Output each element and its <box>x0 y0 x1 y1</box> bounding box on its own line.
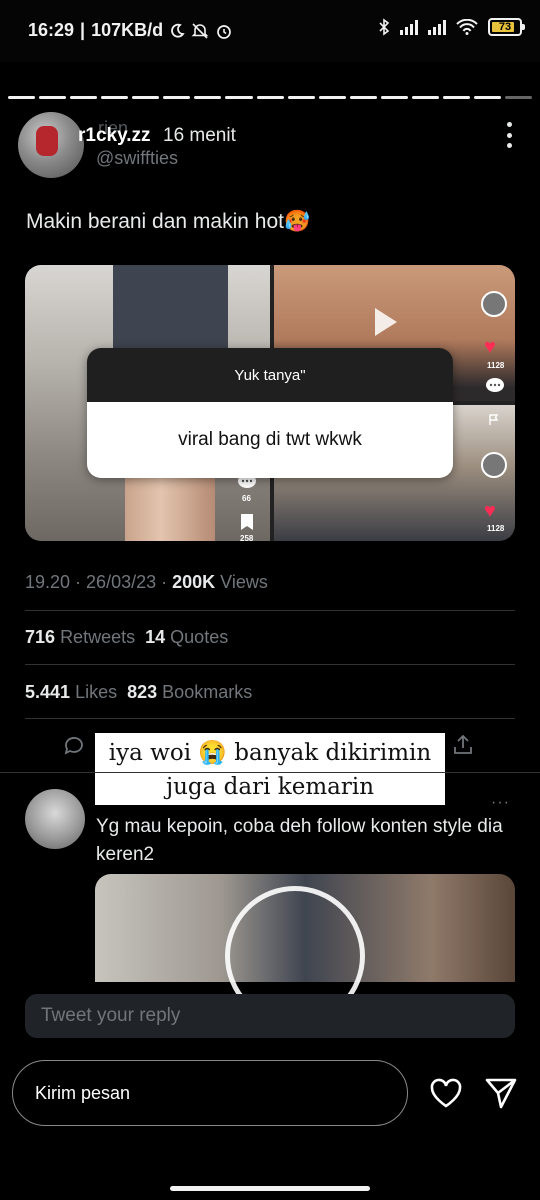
alarm-icon <box>217 24 231 39</box>
share-icon[interactable] <box>451 733 475 757</box>
views-label: Views <box>220 572 268 592</box>
views-count: 200K <box>172 572 216 592</box>
creator-avatar <box>481 291 507 317</box>
message-input[interactable]: Kirim pesan <box>12 1060 408 1126</box>
question-sticker: Yuk tanya" viral bang di twt wkwk <box>87 348 453 478</box>
status-right: 73 <box>378 18 525 36</box>
mute-icon <box>191 22 209 39</box>
reply-text: Yg mau kepoin, coba deh follow konten st… <box>96 816 503 865</box>
time-ago: 16 menit <box>163 125 236 146</box>
moon-icon <box>171 23 185 38</box>
story-progress <box>8 96 533 99</box>
status-bar: 16:29 | 107KB/d 73 <box>0 0 540 62</box>
play-icon[interactable] <box>375 308 397 336</box>
status-left: 16:29 | 107KB/d <box>28 20 233 41</box>
status-time: 16:29 <box>28 20 75 40</box>
bookmarks-count: 823 <box>127 682 158 702</box>
wifi-icon <box>456 19 478 35</box>
flag-icon <box>489 414 499 425</box>
comment-icon <box>486 378 504 392</box>
retweets-count: 716 <box>25 627 56 647</box>
retweets-label: Retweets <box>60 627 136 647</box>
caption-line-2: juga dari kemarin <box>165 774 375 800</box>
tweet-meta: 19.20 · 26/03/23 · 200K Views <box>25 572 268 592</box>
heart-icon: ♥ <box>484 336 496 358</box>
likes-count: 5.441 <box>25 682 71 702</box>
reply-avatar[interactable] <box>25 789 85 849</box>
display-name[interactable]: r1cky.zz <box>78 125 151 147</box>
like-count: 1128 <box>487 361 505 370</box>
heart-icon: ♥ <box>484 500 496 522</box>
heart-icon[interactable] <box>428 1075 464 1111</box>
retweet-stats[interactable]: 716 Retweets 14 Quotes <box>25 627 228 648</box>
signal-icon <box>400 19 418 35</box>
caption-line-1: iya woi 😭 banyak dikirimin <box>108 740 432 766</box>
like-count: 1128 <box>487 524 505 533</box>
creator-avatar <box>481 452 507 478</box>
quotes-count: 14 <box>145 627 166 647</box>
avatar[interactable] <box>18 112 84 178</box>
comment-count: 66 <box>242 494 251 503</box>
bookmark-icon <box>241 514 253 530</box>
battery-icon: 73 <box>488 18 525 36</box>
bluetooth-icon <box>379 18 390 36</box>
tweet-text: Makin berani dan makin hot🥵 <box>26 210 311 233</box>
divider <box>25 664 515 665</box>
divider <box>25 718 515 719</box>
network-speed: 107KB/d <box>91 20 164 40</box>
tweet-date: 26/03/23 <box>86 572 157 592</box>
send-icon[interactable] <box>483 1075 519 1111</box>
divider <box>25 610 515 611</box>
reply-icon[interactable] <box>62 733 86 757</box>
reply-more-icon[interactable]: ··· <box>491 794 510 812</box>
signal-icon <box>428 19 446 35</box>
battery-level: 73 <box>498 21 512 33</box>
likes-label: Likes <box>75 682 118 702</box>
handle[interactable]: @swiffties <box>96 148 178 169</box>
tweet-time: 19.20 <box>25 572 71 592</box>
save-count: 258 <box>240 534 254 543</box>
caption-overlay: iya woi 😭 banyak dikirimin juga dari kem… <box>95 733 445 805</box>
bookmarks-label: Bookmarks <box>162 682 253 702</box>
divider <box>0 772 540 773</box>
tweet-reply-input[interactable]: Tweet your reply <box>25 994 515 1038</box>
home-indicator[interactable] <box>170 1186 370 1191</box>
question-prompt: Yuk tanya" <box>87 348 453 402</box>
quotes-label: Quotes <box>170 627 229 647</box>
question-answer: viral bang di twt wkwk <box>87 402 453 478</box>
like-stats[interactable]: 5.441 Likes 823 Bookmarks <box>25 682 252 703</box>
more-vertical-icon[interactable] <box>504 122 514 148</box>
